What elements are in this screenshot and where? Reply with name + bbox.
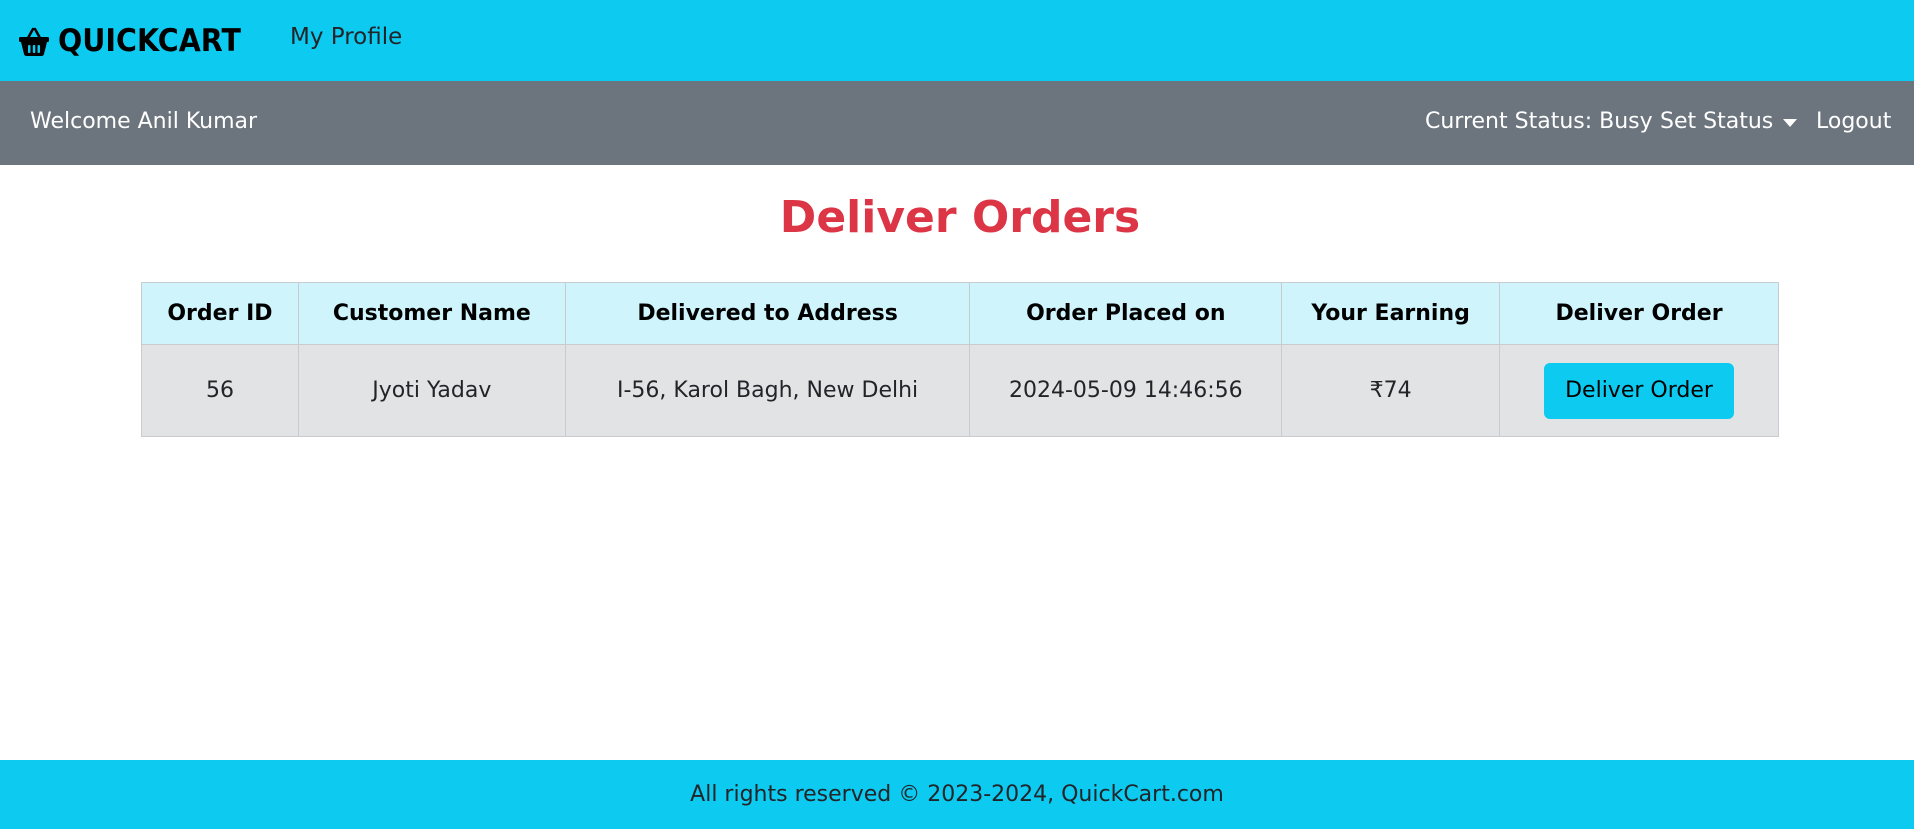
table-row: 56 Jyoti Yadav I-56, Karol Bagh, New Del… bbox=[141, 344, 1779, 437]
top-navbar: QUICKCART My Profile bbox=[0, 0, 1914, 81]
cell-earning: ₹74 bbox=[1281, 344, 1501, 437]
welcome-text: Welcome Anil Kumar bbox=[30, 109, 258, 134]
my-profile-link[interactable]: My Profile bbox=[290, 24, 402, 50]
page-title: Deliver Orders bbox=[779, 192, 1141, 243]
column-header-order-placed-on: Order Placed on bbox=[969, 282, 1283, 345]
set-status-dropdown[interactable]: Set Status bbox=[1660, 109, 1798, 134]
brand-name: QUICKCART bbox=[58, 22, 241, 59]
basket-icon bbox=[18, 25, 50, 57]
footer-copyright: All rights reserved © 2023-2024, QuickCa… bbox=[690, 782, 1224, 807]
cell-order-placed-on: 2024-05-09 14:46:56 bbox=[969, 344, 1283, 437]
brand-logo[interactable]: QUICKCART bbox=[18, 23, 257, 59]
column-header-customer-name: Customer Name bbox=[297, 282, 566, 345]
user-navbar: Welcome Anil Kumar Current Status: Busy … bbox=[0, 81, 1914, 165]
deliver-order-button[interactable]: Deliver Order bbox=[1544, 362, 1735, 419]
footer: All rights reserved © 2023-2024, QuickCa… bbox=[0, 760, 1914, 829]
orders-table: Order ID Customer Name Delivered to Addr… bbox=[141, 282, 1779, 437]
column-header-order-id: Order ID bbox=[141, 282, 299, 345]
column-header-earning: Your Earning bbox=[1281, 282, 1501, 345]
cell-address: I-56, Karol Bagh, New Delhi bbox=[564, 344, 971, 437]
cell-order-id: 56 bbox=[141, 344, 299, 437]
column-header-address: Delivered to Address bbox=[564, 282, 971, 345]
cell-deliver-action: Deliver Order bbox=[1499, 344, 1779, 437]
current-status-text: Current Status: Busy bbox=[1425, 109, 1653, 134]
column-header-deliver-order: Deliver Order bbox=[1499, 282, 1779, 345]
set-status-label: Set Status bbox=[1660, 109, 1774, 134]
caret-down-icon bbox=[1783, 118, 1798, 127]
logout-link[interactable]: Logout bbox=[1816, 109, 1891, 134]
table-header-row: Order ID Customer Name Delivered to Addr… bbox=[141, 282, 1779, 345]
cell-customer-name: Jyoti Yadav bbox=[297, 344, 566, 437]
